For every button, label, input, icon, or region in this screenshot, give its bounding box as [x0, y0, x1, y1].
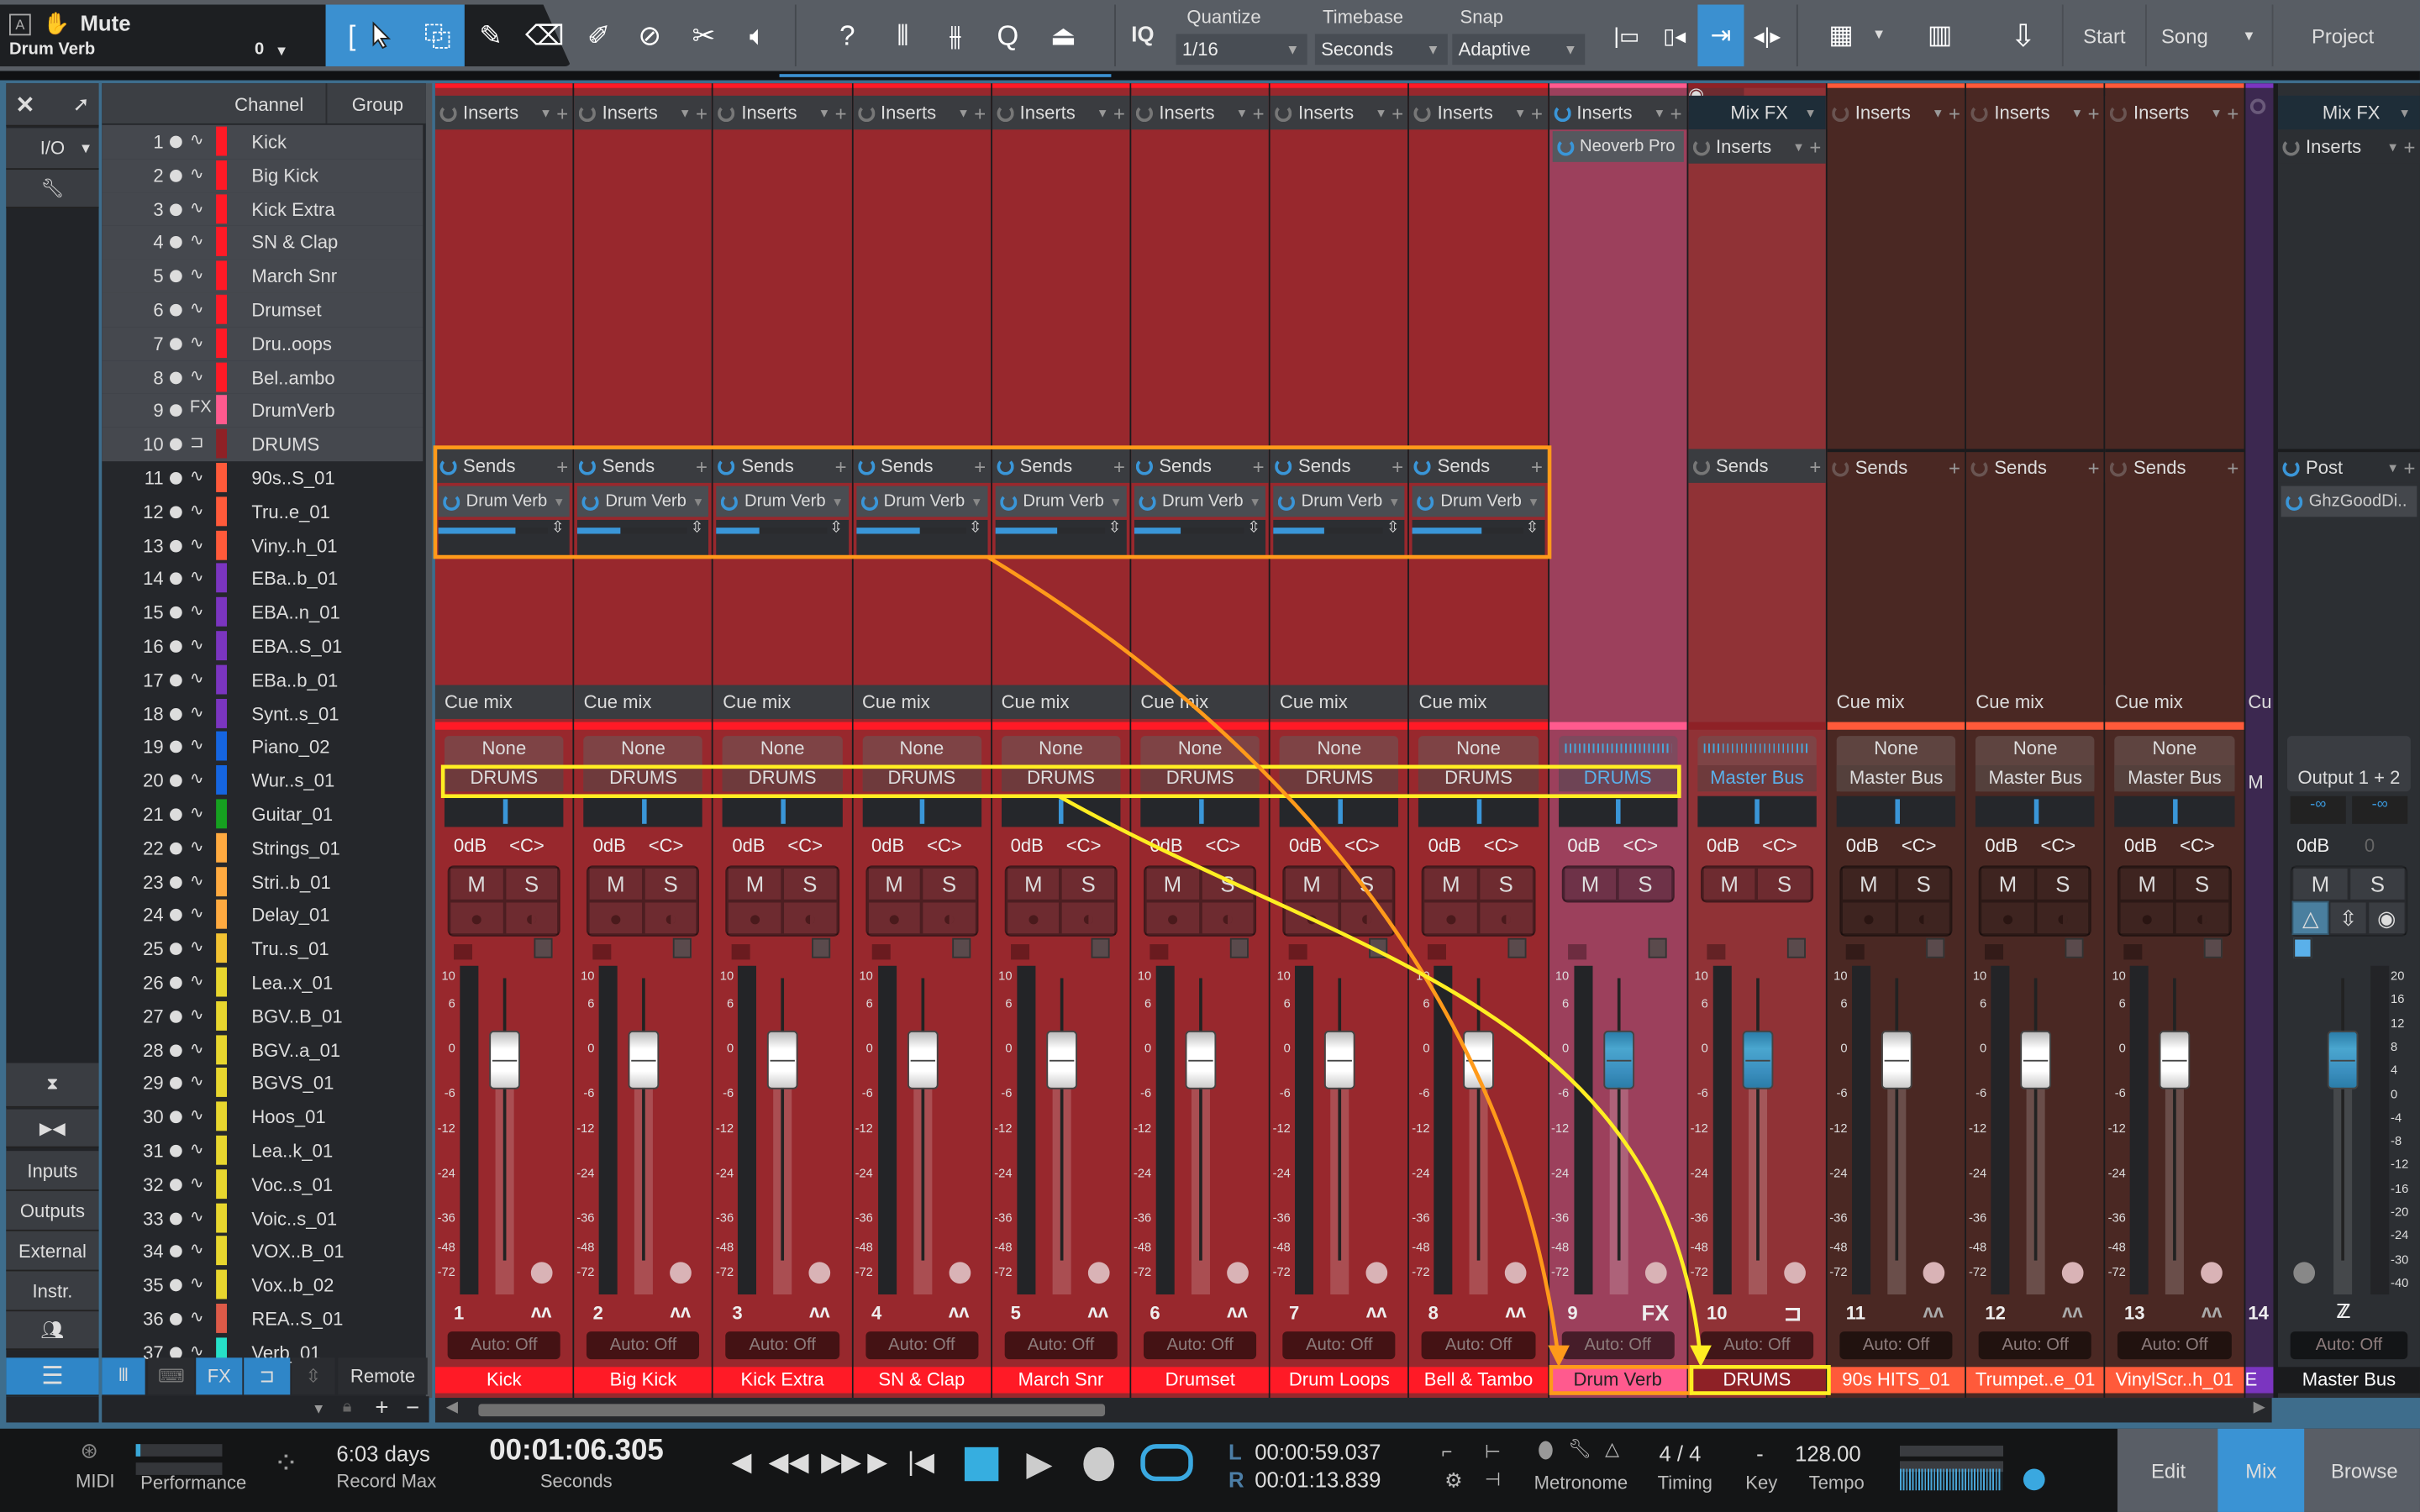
output-route-arrow: [1057, 794, 1703, 1362]
outputs-highlight-box: [440, 764, 1681, 799]
routing-annotation-overlay: [433, 445, 1831, 1395]
output-arrowhead: [1690, 1345, 1712, 1368]
send-arrowhead: [1548, 1345, 1570, 1368]
studio-one-window: A ✋ Mute Drum Verb 0 ▼ [ ✎ ⌫ ✐ ⊘ ✂ 🔈︎ ? …: [0, 0, 2420, 1512]
drums-label-highlight: [1689, 1365, 1831, 1395]
send-route-arrow: [986, 555, 1561, 1362]
drum-verb-label-highlight: [1549, 1365, 1692, 1395]
sends-highlight-box: [433, 445, 1552, 559]
